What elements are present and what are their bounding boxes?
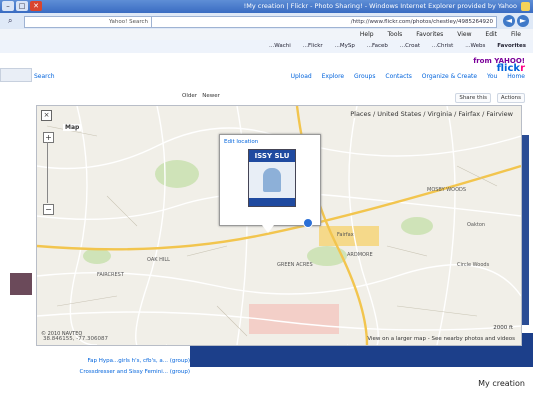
flickr-search-input[interactable]: [0, 68, 32, 82]
larger-map-link[interactable]: View on a larger map - See nearby photos…: [367, 336, 515, 342]
photo-footer: [249, 198, 295, 206]
forward-button[interactable]: ►: [517, 15, 529, 27]
window-title: My creation | Flickr - Photo Sharing! - …: [243, 2, 517, 10]
nav-organize[interactable]: Organize & Create: [422, 71, 477, 82]
nav-home[interactable]: Home: [507, 71, 525, 82]
edit-location-link[interactable]: Edit location: [224, 139, 258, 145]
location-pin-icon[interactable]: [303, 218, 313, 228]
menu-view[interactable]: View: [457, 29, 471, 40]
close-window-button[interactable]: ✕: [30, 1, 42, 11]
browser-search-input[interactable]: Yahoo! Search: [24, 16, 152, 28]
group-link[interactable]: Crossdresser and Sissy Femini... (group): [10, 369, 190, 375]
avatar[interactable]: [10, 273, 32, 295]
photo-actions: Actions Share this: [455, 93, 529, 103]
ie-icon: [521, 2, 530, 11]
back-button[interactable]: ◄: [503, 15, 515, 27]
map-breadcrumb[interactable]: Places / United States / Virginia / Fair…: [348, 110, 515, 118]
zoom-in-button[interactable]: +: [43, 132, 54, 143]
group-link[interactable]: Fap Hypa...girls h's, cfb's, a... (group…: [10, 358, 190, 364]
address-bar: ◄ ► http://www.flickr.com/photos/chestle…: [0, 13, 533, 30]
map-coordinates: 38.846155, -77.306087: [43, 336, 108, 342]
photo-popup: Edit location ISSY SLU: [219, 134, 321, 233]
favorite-link[interactable]: Webs...: [462, 40, 488, 53]
zoom-slider[interactable]: [47, 142, 48, 203]
close-icon[interactable]: ×: [41, 110, 52, 121]
url-field[interactable]: http://www.flickr.com/photos/chestley/49…: [149, 16, 497, 28]
flickr-nav: Home You Organize & Create Contacts Grou…: [0, 71, 533, 82]
map-place-label: FAIRCREST: [97, 272, 125, 278]
menu-tools[interactable]: Tools: [388, 29, 403, 40]
share-button[interactable]: Share this: [455, 93, 491, 103]
favorites-bar: Favorites Webs... Christ... Croat... Fac…: [0, 40, 533, 54]
favorite-link[interactable]: MySp...: [332, 40, 358, 53]
older-link[interactable]: Older: [182, 93, 197, 99]
favorite-link[interactable]: Christ...: [429, 40, 456, 53]
maximize-window-button[interactable]: □: [16, 1, 28, 11]
map-type-button[interactable]: Map: [63, 124, 82, 131]
favorites-button[interactable]: Favorites: [494, 40, 529, 53]
actions-button[interactable]: Actions: [496, 93, 525, 103]
map-overlay[interactable]: Fairfax FAIRFAX OAK HILL GREEN ACRES MOS…: [36, 105, 522, 346]
favorite-link[interactable]: Faceb...: [364, 40, 391, 53]
newer-link[interactable]: Newer: [202, 93, 220, 99]
map-place-label: MOSBY WOODS: [427, 187, 466, 193]
menu-edit[interactable]: Edit: [485, 29, 497, 40]
map-place-label: Circle Woods: [457, 262, 490, 268]
person-figure: [263, 168, 281, 192]
window-controls: ✕ □ –: [2, 1, 42, 11]
groups-list: Fap Hypa...girls h's, cfb's, a... (group…: [10, 358, 190, 380]
map-place-label: ARDMORE: [347, 252, 373, 258]
favorite-link[interactable]: Flickr...: [300, 40, 326, 53]
nav-you[interactable]: You: [487, 71, 497, 82]
map-scale: 2000 ft: [493, 325, 513, 331]
nav-groups[interactable]: Groups: [354, 71, 375, 82]
photo-pagination: Older Newer: [182, 93, 220, 99]
nav-contacts[interactable]: Contacts: [385, 71, 411, 82]
photo-header: ISSY SLU: [249, 150, 295, 162]
map-place-label: OAK HILL: [147, 257, 170, 263]
zoom-out-button[interactable]: −: [43, 204, 54, 215]
menu-file[interactable]: File: [511, 29, 521, 40]
nav-upload[interactable]: Upload: [291, 71, 312, 82]
nav-explore[interactable]: Explore: [322, 71, 345, 82]
menu-help[interactable]: Help: [360, 29, 374, 40]
search-icon[interactable]: ⌕: [8, 16, 20, 28]
photo-thumbnail[interactable]: ISSY SLU: [248, 149, 296, 207]
title-bar: My creation | Flickr - Photo Sharing! - …: [0, 0, 533, 13]
photo-title: My creation: [478, 379, 525, 388]
flickr-search-button[interactable]: Search: [34, 71, 55, 82]
minimize-window-button[interactable]: –: [2, 1, 14, 11]
favorite-link[interactable]: Wachi...: [266, 40, 294, 53]
favorite-link[interactable]: Croat...: [397, 40, 423, 53]
map-place-label: Fairfax: [337, 232, 354, 238]
menu-favorites[interactable]: Favorites: [416, 29, 443, 40]
nav-buttons: ◄ ►: [503, 15, 529, 27]
map-place-label: Oakton: [467, 222, 485, 228]
map-place-label: GREEN ACRES: [277, 262, 313, 268]
